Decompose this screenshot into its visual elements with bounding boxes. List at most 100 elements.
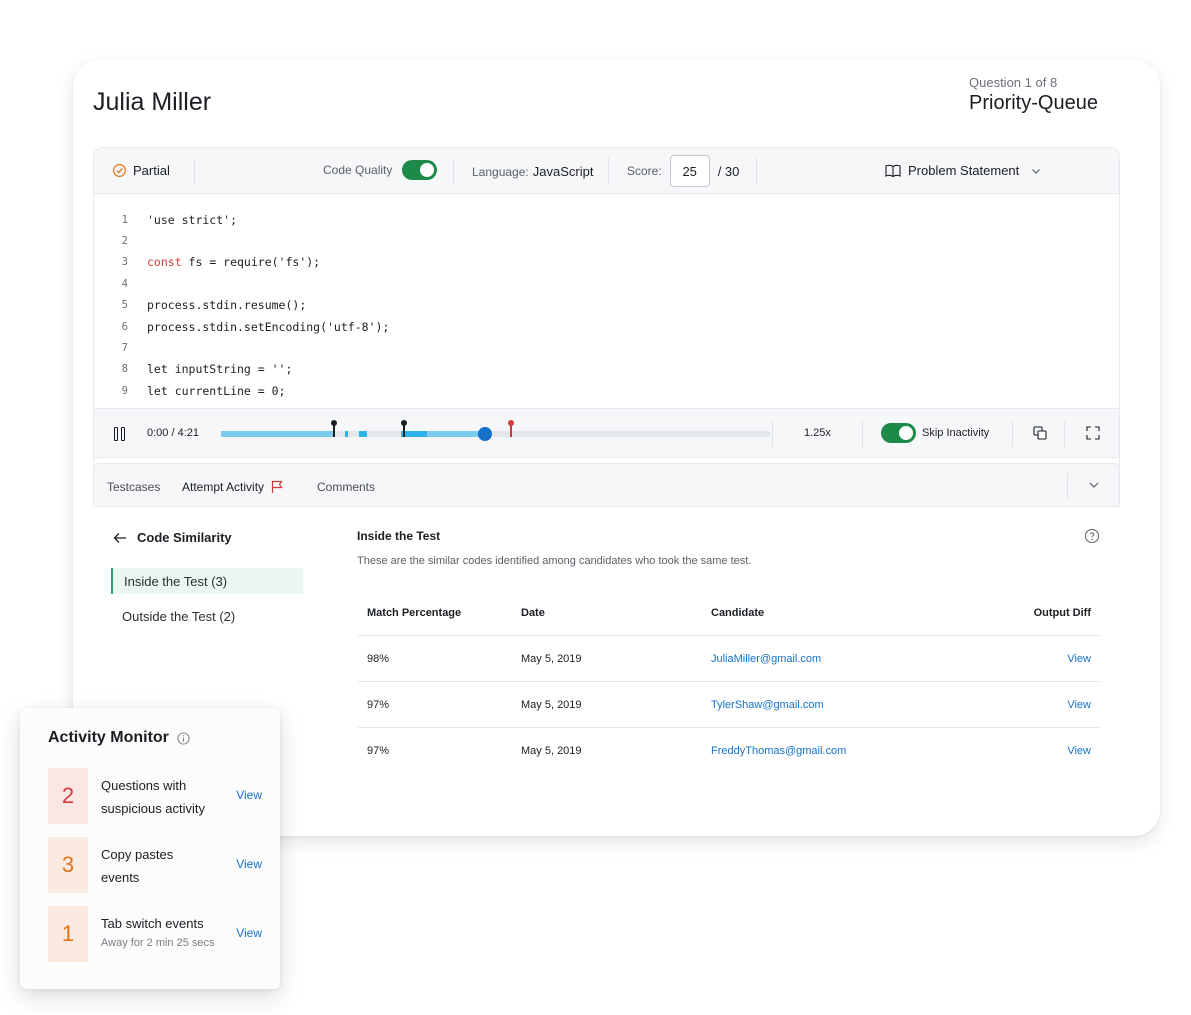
code-text: process.stdin.setEncoding('utf-8'); [147, 319, 390, 334]
tab-testcases[interactable]: Testcases [107, 480, 160, 494]
column-header: Date [521, 607, 545, 619]
detail-tabs: Testcases Attempt Activity Comments [93, 463, 1120, 507]
question-title: Priority-Queue [969, 92, 1098, 114]
monitor-item-line: events [101, 870, 140, 885]
line-number: 8 [121, 363, 128, 376]
candidate-name: Julia Miller [93, 88, 212, 116]
view-link[interactable]: View [236, 857, 262, 871]
output-diff-link[interactable]: View [1067, 653, 1091, 665]
arrow-left-icon [113, 532, 126, 543]
divider [453, 158, 454, 184]
score-input[interactable] [669, 155, 710, 187]
code-quality-control: Code Quality [323, 160, 438, 180]
help-icon[interactable] [1084, 528, 1100, 544]
line-number: 9 [121, 384, 128, 397]
line-number: 1 [121, 213, 128, 226]
match-date: May 5, 2019 [521, 699, 582, 711]
monitor-item-tab-switch: 1 Tab switch events Away for 2 min 25 se… [48, 906, 268, 962]
section-title: Inside the Test [357, 529, 441, 543]
view-link[interactable]: View [236, 926, 262, 940]
problem-statement-label: Problem Statement [908, 163, 1020, 178]
activity-segment [221, 431, 335, 437]
table-row: 97% May 5, 2019 FreddyThomas@gmail.com V… [358, 728, 1100, 774]
match-percentage: 97% [367, 745, 390, 757]
candidate-link[interactable]: FreddyThomas@gmail.com [711, 745, 846, 757]
language-label: Language: [472, 165, 529, 179]
tab-comments[interactable]: Comments [317, 480, 375, 494]
skip-inactivity-toggle[interactable] [881, 423, 916, 443]
event-marker[interactable] [401, 420, 407, 437]
keyword: const [147, 255, 182, 270]
line-number: 2 [121, 235, 128, 248]
copy-icon[interactable] [1032, 425, 1048, 441]
view-link[interactable]: View [236, 788, 262, 802]
candidate-link[interactable]: JuliaMiller@gmail.com [711, 653, 821, 665]
code-line: 8 let inputString = ''; [94, 359, 1119, 380]
match-date: May 5, 2019 [521, 745, 582, 757]
code-line: 3 const fs = require('fs'); [94, 252, 1119, 273]
code-text: const fs = require('fs'); [147, 255, 320, 269]
divider [608, 158, 609, 184]
tab-attempt-activity[interactable]: Attempt Activity [182, 480, 284, 494]
code-text: let inputString = ''; [147, 362, 293, 377]
table-row: 97% May 5, 2019 TylerShaw@gmail.com View [358, 682, 1100, 728]
flag-marker[interactable] [508, 420, 514, 437]
column-header: Output Diff [1033, 607, 1091, 619]
filter-outside-test[interactable]: Outside the Test (2) [111, 603, 303, 629]
output-diff-link[interactable]: View [1067, 699, 1091, 711]
match-percentage: 98% [367, 653, 390, 665]
playhead-knob[interactable] [478, 427, 492, 441]
line-number: 7 [121, 342, 128, 355]
score-label: Score: [627, 164, 662, 178]
problem-statement-button[interactable]: Problem Statement [885, 163, 1042, 178]
chevron-down-icon [1032, 168, 1041, 174]
divider [862, 421, 863, 447]
chevron-down-icon[interactable] [1087, 478, 1101, 492]
code-text: process.stdin.resume(); [147, 298, 307, 313]
activity-monitor-title: Activity Monitor [48, 729, 190, 747]
code-editor[interactable]: 1 'use strict'; 2 3 const fs = require('fs')… [94, 194, 1119, 408]
event-marker[interactable] [331, 420, 337, 437]
monitor-item-line: Copy pastes [101, 847, 174, 862]
activity-monitor-card: Activity Monitor 2 Questions with suspic… [20, 708, 280, 989]
filter-inside-test[interactable]: Inside the Test (3) [111, 568, 303, 594]
language-display: Language: JavaScript [472, 164, 593, 179]
info-icon[interactable] [177, 731, 190, 745]
candidate-link[interactable]: TylerShaw@gmail.com [711, 699, 824, 711]
code-quality-label: Code Quality [323, 163, 393, 177]
activity-segment [359, 431, 367, 437]
status-badge: Partial [112, 163, 170, 178]
code-line: 4 [94, 273, 1119, 294]
suspicious-count: 2 [48, 768, 88, 824]
editor-toolbar: Partial Code Quality Language: JavaScript… [94, 148, 1119, 194]
divider [1064, 421, 1065, 447]
fullscreen-icon[interactable] [1085, 425, 1101, 441]
code-text: let currentLine = 0; [147, 383, 286, 398]
monitor-item-line: Tab switch events [101, 916, 204, 931]
status-label: Partial [133, 163, 170, 178]
line-number: 6 [121, 320, 128, 333]
tab-attempt-activity-label: Attempt Activity [182, 480, 265, 494]
language-value: JavaScript [532, 164, 594, 179]
similarity-table: Match Percentage Date Candidate Output D… [358, 590, 1100, 774]
code-similarity-title: Code Similarity [137, 530, 232, 545]
playback-bar: 0:00 / 4:21 1.25x Skip Inactivity [94, 408, 1119, 458]
playback-timeline[interactable] [221, 420, 771, 441]
code-line: 7 [94, 337, 1119, 358]
code-similarity-back[interactable]: Code Similarity [113, 530, 232, 545]
divider [756, 158, 757, 184]
pause-button[interactable] [114, 427, 126, 441]
code-rest: fs = require('fs'); [181, 255, 321, 270]
monitor-item-suspicious: 2 Questions with suspicious activity Vie… [48, 768, 268, 824]
code-quality-toggle[interactable] [402, 160, 438, 180]
table-row: 98% May 5, 2019 JuliaMiller@gmail.com Vi… [358, 636, 1100, 682]
monitor-item-subtext: Away for 2 min 25 secs [101, 937, 215, 949]
output-diff-link[interactable]: View [1067, 745, 1091, 757]
line-number: 5 [121, 299, 128, 312]
partial-check-icon [112, 163, 127, 178]
divider [772, 421, 773, 447]
score-total: / 30 [717, 163, 740, 179]
code-line: 9 let currentLine = 0; [94, 380, 1119, 401]
divider [1067, 473, 1068, 499]
playback-speed[interactable]: 1.25x [804, 427, 831, 439]
